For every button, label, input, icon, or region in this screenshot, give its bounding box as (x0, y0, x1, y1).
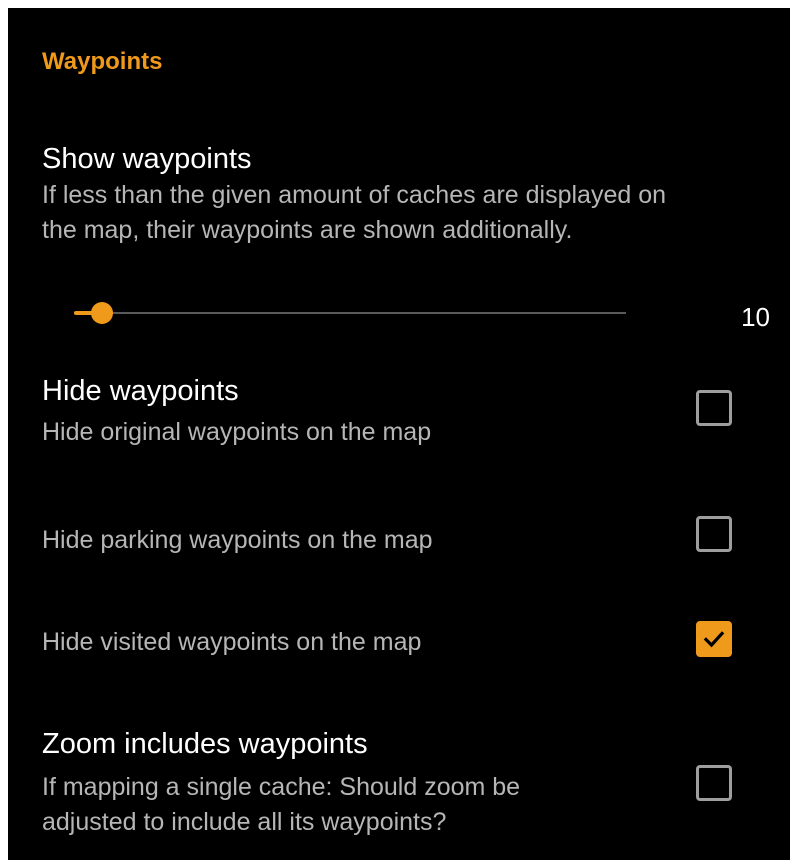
zoom-includes-summary: If mapping a single cache: Should zoom b… (42, 770, 520, 840)
zoom-includes-summary-line2: adjusted to include all its waypoints? (42, 808, 447, 836)
hide-waypoints-summary: Hide original waypoints on the map (42, 418, 432, 446)
zoom-includes-checkbox[interactable] (696, 765, 732, 801)
hide-parking-checkbox[interactable] (696, 516, 732, 552)
show-waypoints-slider[interactable] (74, 298, 626, 328)
hide-waypoints-title: Hide waypoints (42, 375, 239, 407)
hide-visited-checkbox[interactable] (696, 621, 732, 657)
section-title-waypoints: Waypoints (42, 48, 163, 75)
hide-waypoints-checkbox[interactable] (696, 390, 732, 426)
settings-panel: Waypoints Show waypoints If less than th… (8, 8, 790, 860)
show-waypoints-value: 10 (741, 302, 770, 332)
hide-parking-summary: Hide parking waypoints on the map (42, 526, 433, 554)
show-waypoints-summary-line1: If less than the given amount of caches … (42, 181, 666, 209)
zoom-includes-title: Zoom includes waypoints (42, 728, 368, 760)
show-waypoints-summary: If less than the given amount of caches … (42, 178, 666, 248)
zoom-includes-summary-line1: If mapping a single cache: Should zoom b… (42, 773, 521, 801)
check-icon (703, 631, 725, 648)
slider-track (74, 312, 626, 314)
show-waypoints-summary-line2: the map, their waypoints are shown addit… (42, 216, 573, 244)
show-waypoints-title: Show waypoints (42, 143, 252, 175)
slider-thumb[interactable] (90, 302, 113, 324)
hide-visited-summary: Hide visited waypoints on the map (42, 628, 422, 656)
